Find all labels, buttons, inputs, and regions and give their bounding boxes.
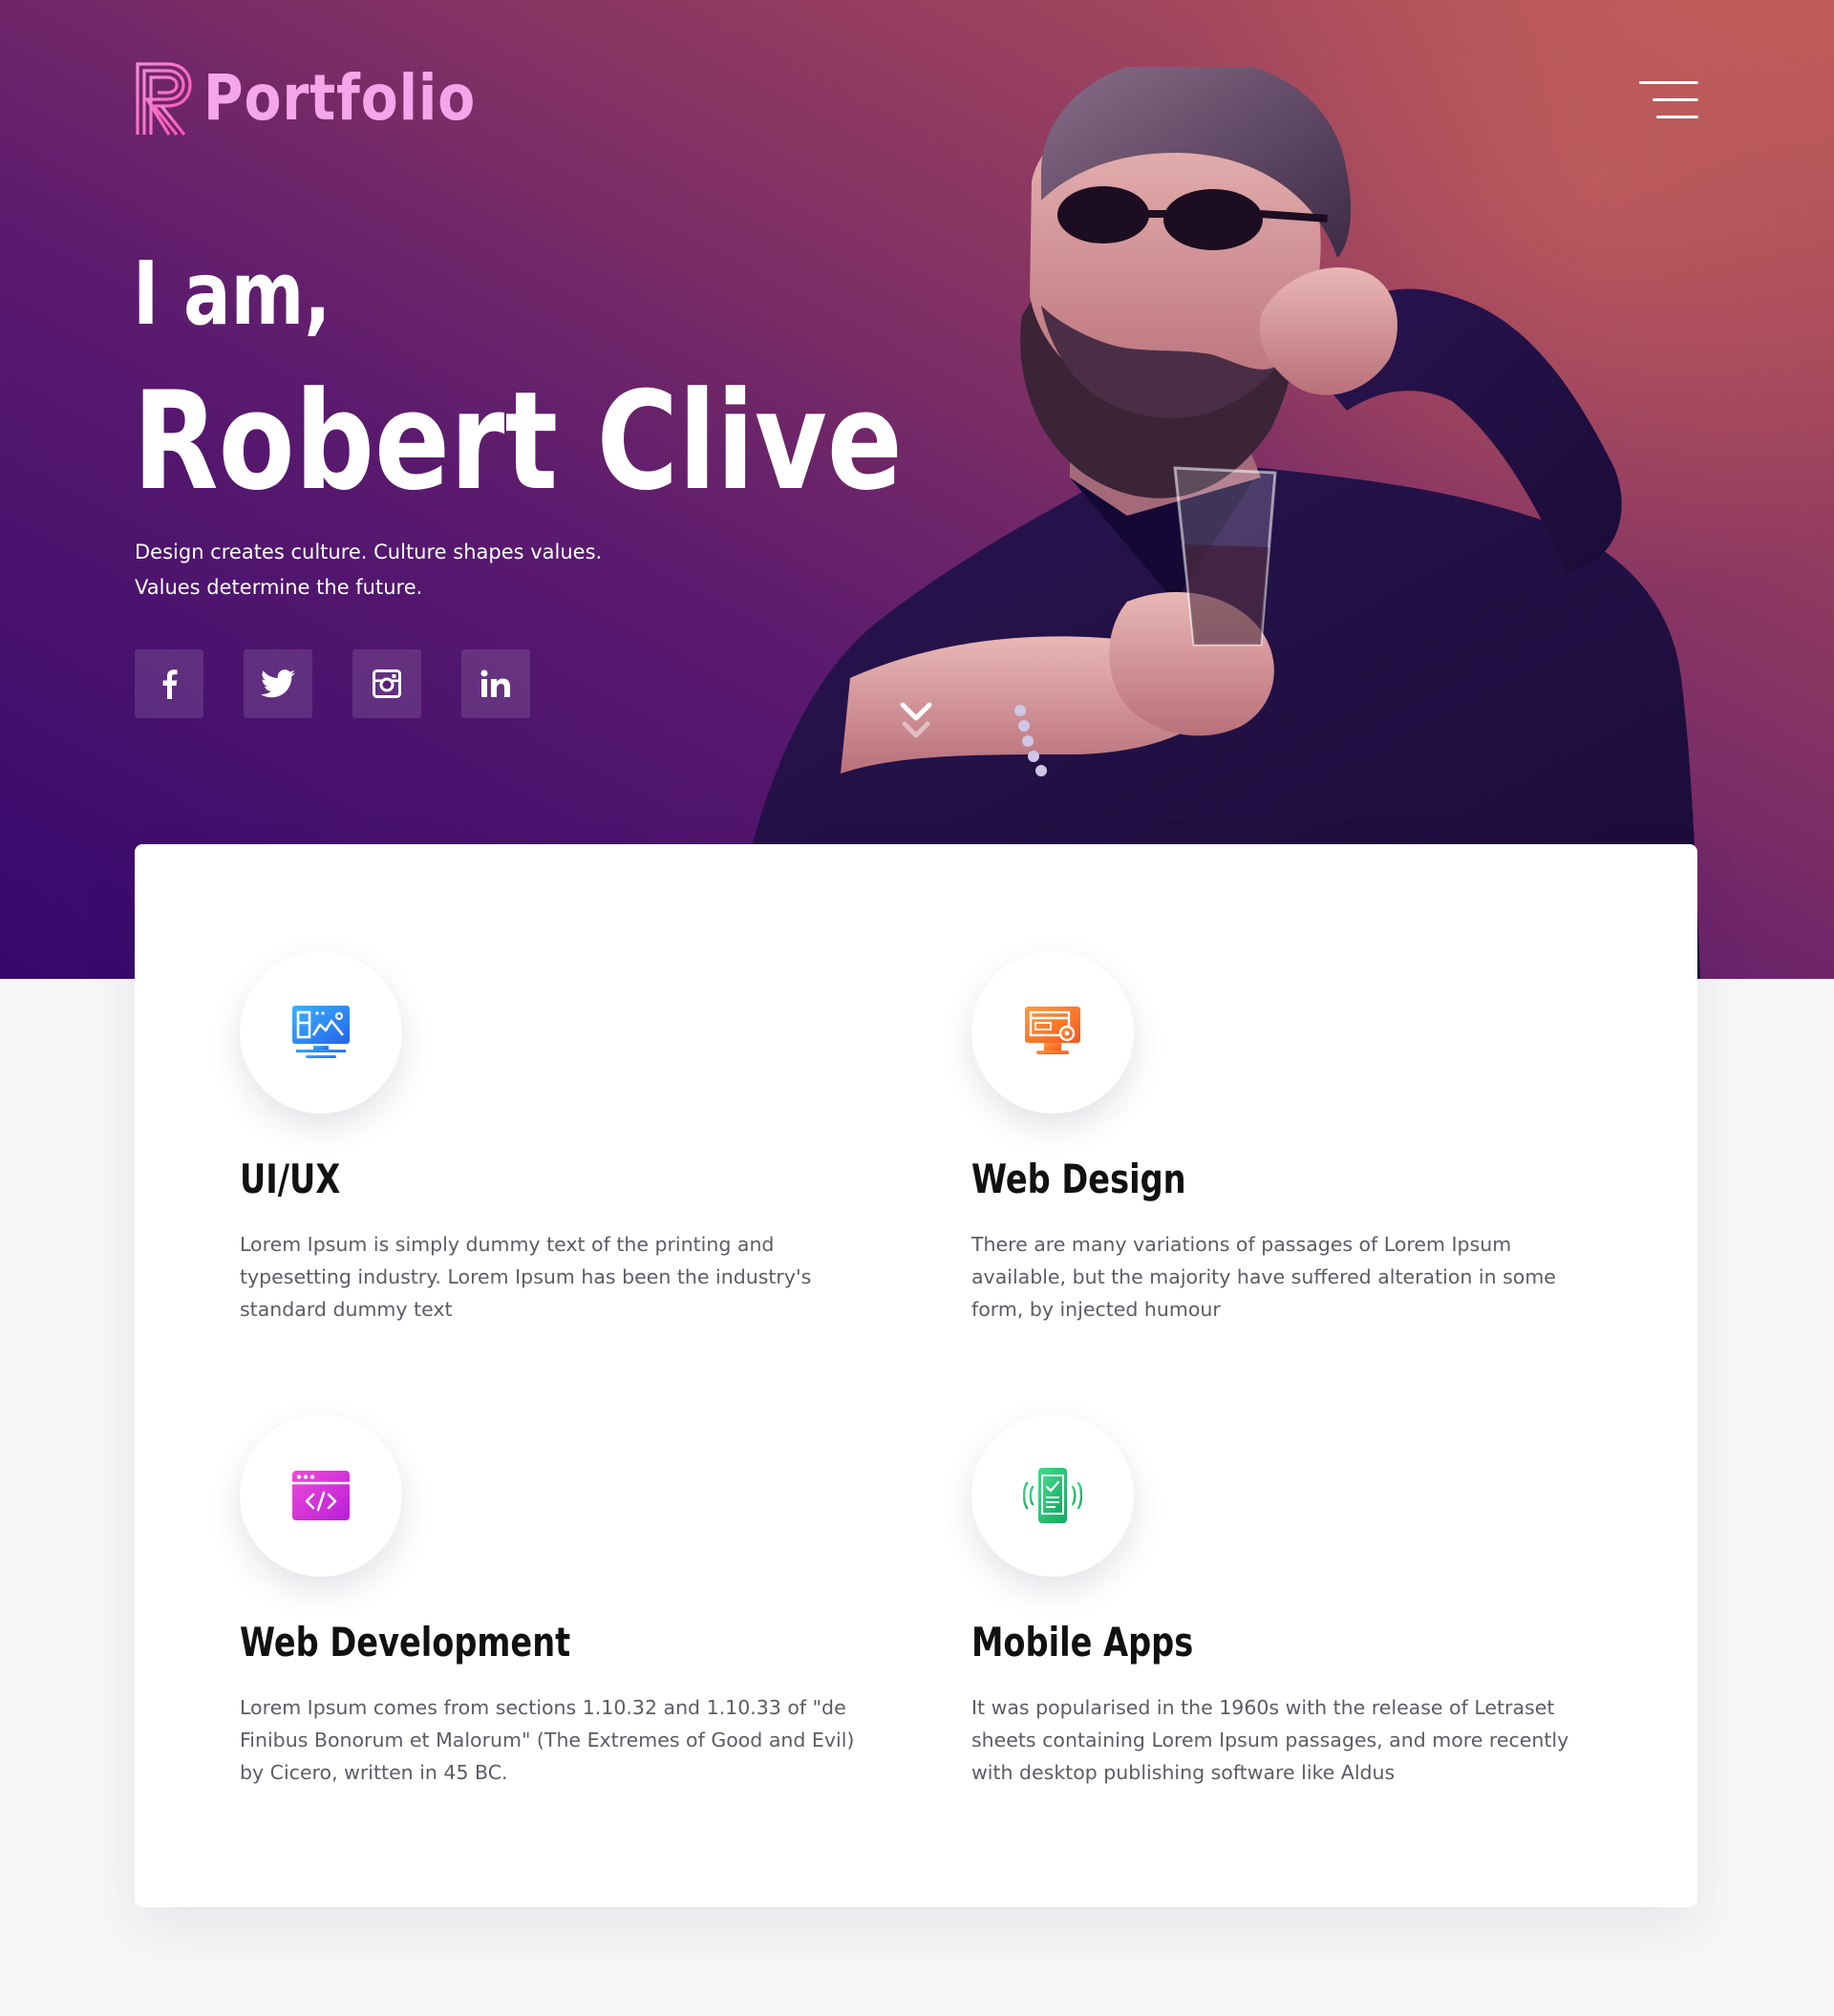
service-title: Web Development [240,1619,571,1666]
twitter-button[interactable] [244,649,312,718]
service-icon-circle [240,951,402,1114]
hamburger-icon [1639,81,1698,84]
logo-r-icon [136,62,192,136]
portrait-image [726,67,1700,979]
facebook-icon [162,669,178,699]
services-card: UI/UX Lorem Ipsum is simply dummy text o… [135,844,1697,1907]
linkedin-button[interactable] [461,649,530,718]
brand-name: Portfolio [203,61,477,135]
hero-name: Robert Clive [133,363,903,520]
brand-logo[interactable]: Portfolio [135,61,520,136]
service-title: UI/UX [240,1156,341,1202]
service-icon-circle [971,951,1134,1114]
service-title: Web Design [971,1156,1186,1202]
code-window-icon [292,1471,350,1520]
service-icon-circle [240,1414,402,1577]
hero-section: Portfolio I am, Robert Clive Design crea… [0,0,1834,979]
hero-tagline: Design creates culture. Culture shapes v… [135,535,708,605]
twitter-icon [261,669,295,698]
menu-button[interactable] [1639,78,1698,122]
service-description: It was popularised in the 1960s with the… [971,1696,1569,1784]
linkedin-icon [480,669,510,697]
service-description: There are many variations of passages of… [971,1233,1556,1321]
monitor-gear-icon [1025,1007,1080,1054]
service-title: Mobile Apps [971,1619,1194,1666]
service-icon-circle [971,1414,1134,1577]
smartphone-vibrate-icon [1023,1468,1082,1523]
tagline-line-1: Design creates culture. Culture shapes v… [135,541,603,563]
facebook-button[interactable] [135,649,203,718]
double-chevron-down-icon[interactable] [900,701,932,743]
tagline-line-2: Values determine the future. [135,576,423,599]
instagram-icon [373,669,401,698]
instagram-button[interactable] [352,649,421,718]
service-description: Lorem Ipsum comes from sections 1.10.32 … [240,1696,855,1784]
hamburger-line [1653,98,1698,101]
hero-greeting: I am, [133,243,331,345]
monitor-layout-icon [292,1006,350,1058]
hamburger-line [1656,116,1698,118]
social-links [135,649,530,718]
service-description: Lorem Ipsum is simply dummy text of the … [240,1233,812,1321]
